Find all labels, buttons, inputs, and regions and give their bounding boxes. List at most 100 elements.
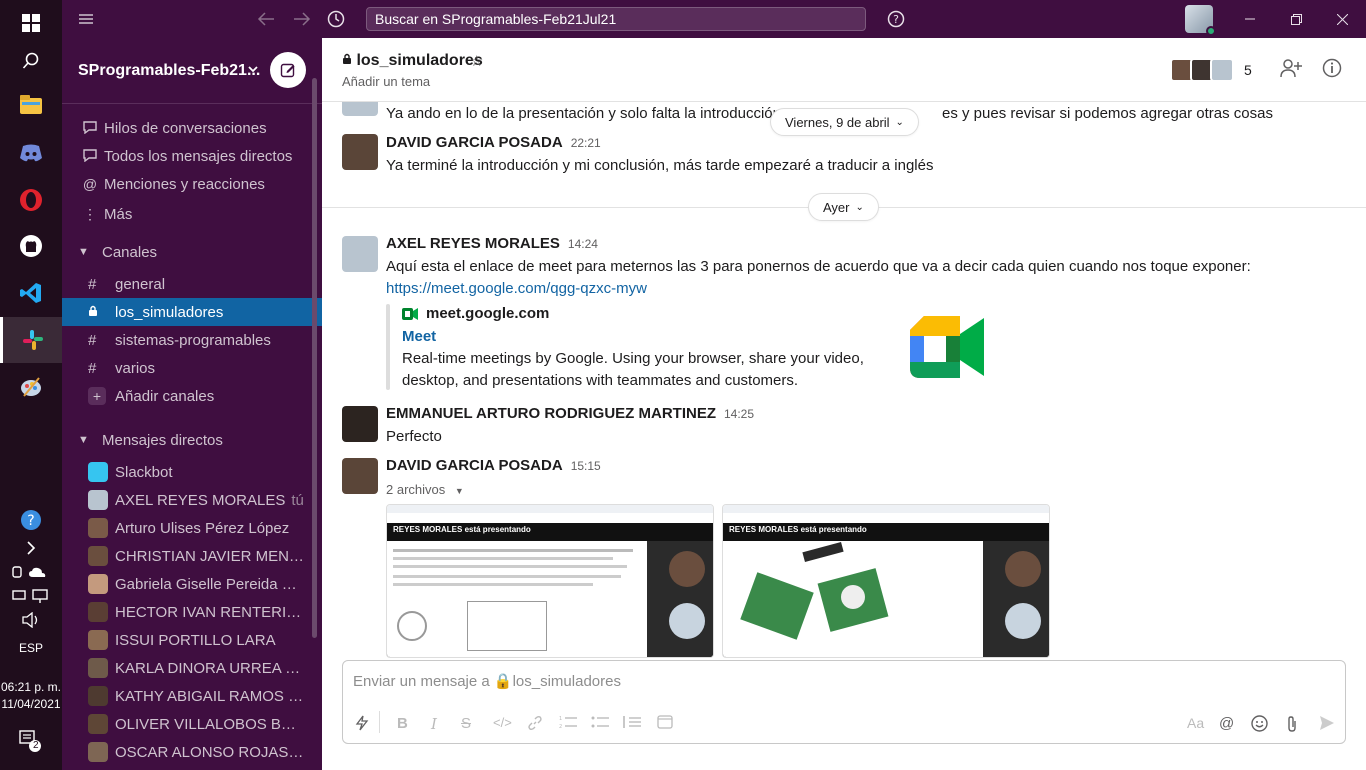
date-divider-pill[interactable]: Viernes, 9 de abril ⌄ <box>770 108 919 136</box>
message-timestamp[interactable]: 14:25 <box>724 407 754 421</box>
message-input[interactable] <box>353 673 1253 690</box>
nav-mentions[interactable]: @ Menciones y reacciones <box>62 170 322 198</box>
github-icon[interactable] <box>0 223 62 269</box>
minimize-window-icon[interactable] <box>1238 0 1262 38</box>
message-author[interactable]: DAVID GARCIA POSADA 22:21 <box>386 134 601 151</box>
dm-item[interactable]: KATHY ABIGAIL RAMOS R... <box>62 682 322 710</box>
slack-icon[interactable] <box>0 317 62 363</box>
chevron-down-icon[interactable] <box>248 62 258 76</box>
nav-all-dms[interactable]: Todos los mensajes directos <box>62 142 322 170</box>
dm-item[interactable]: ISSUI PORTILLO LARA <box>62 626 322 654</box>
italic-icon[interactable]: I <box>431 715 437 733</box>
members-button[interactable]: 5 <box>1170 58 1252 82</box>
channel-varios[interactable]: # varios <box>62 354 322 382</box>
star-icon[interactable]: ☆ <box>470 52 483 70</box>
channels-section-header[interactable]: ▼ Canales <box>62 238 322 266</box>
user-avatar[interactable] <box>1184 0 1216 38</box>
dm-item[interactable]: OSCAR ALONSO ROJAS C... <box>62 738 322 766</box>
date-divider-pill[interactable]: Ayer ⌄ <box>808 193 879 221</box>
dm-item[interactable]: Gabriela Giselle Pereida Ro... <box>62 570 322 598</box>
file-preview-title: REYES MORALES está presentando <box>393 525 531 534</box>
shortcuts-lightning-icon[interactable] <box>355 715 369 735</box>
emoji-icon[interactable] <box>1251 715 1268 736</box>
channel-topic[interactable]: Añadir un tema <box>342 74 430 89</box>
code-icon[interactable]: </> <box>493 715 512 730</box>
search-icon[interactable] <box>0 38 62 84</box>
dm-item[interactable]: AXEL REYES MORALES tú <box>62 486 322 514</box>
message-author[interactable]: EMMANUEL ARTURO RODRIGUEZ MARTINEZ 14:25 <box>386 405 754 422</box>
info-icon[interactable] <box>1322 58 1342 83</box>
avatar[interactable] <box>342 406 378 442</box>
dm-item[interactable]: KARLA DINORA URREA S... <box>62 654 322 682</box>
message-timestamp[interactable]: 14:24 <box>568 237 598 251</box>
discord-icon[interactable] <box>0 130 62 176</box>
unfurl-source[interactable]: meet.google.com <box>402 305 549 322</box>
nav-more[interactable]: ⋮ Más <box>62 200 322 228</box>
back-arrow-icon[interactable] <box>254 0 278 38</box>
message-timestamp[interactable]: 15:15 <box>571 459 601 473</box>
message-text-tail: es y pues revisar si podemos agregar otr… <box>942 105 1273 122</box>
dm-item[interactable]: OLIVER VILLALOBOS BEC... <box>62 710 322 738</box>
avatar[interactable] <box>342 236 378 272</box>
bold-icon[interactable]: B <box>397 715 408 732</box>
workspace-name[interactable]: SProgramables-Feb21... <box>78 62 260 80</box>
clock-time[interactable]: 06:21 p. m. <box>0 680 62 694</box>
dms-section-header[interactable]: ▼ Mensajes directos <box>62 426 322 454</box>
send-icon[interactable] <box>1319 715 1335 735</box>
google-meet-logo[interactable] <box>910 316 984 378</box>
workspace-header[interactable]: SProgramables-Feb21... <box>62 38 322 104</box>
nav-threads[interactable]: Hilos de conversaciones <box>62 114 322 142</box>
message-text: Perfecto <box>386 428 442 445</box>
forward-arrow-icon[interactable] <box>290 0 314 38</box>
code-block-icon[interactable] <box>657 715 673 733</box>
ordered-list-icon[interactable]: 12 <box>559 715 577 733</box>
action-center-icon[interactable]: 2 <box>0 718 62 764</box>
files-toggle[interactable]: 2 archivos ▼ <box>386 482 464 497</box>
search-input[interactable]: Buscar en SProgramables-Feb21Jul21 <box>366 7 866 31</box>
file-explorer-icon[interactable] <box>0 82 62 128</box>
hamburger-menu-icon[interactable] <box>74 0 98 38</box>
language-indicator[interactable]: ESP <box>0 641 62 655</box>
message-author[interactable]: DAVID GARCIA POSADA 15:15 <box>386 457 601 474</box>
clock-date[interactable]: 11/04/2021 <box>0 697 62 711</box>
dm-item[interactable]: HECTOR IVAN RENTERIA ... <box>62 598 322 626</box>
windows-taskbar: ? ESP 06:21 p. m. 11/04/2021 2 <box>0 0 62 770</box>
dm-item[interactable]: Arturo Ulises Pérez López <box>62 514 322 542</box>
volume-icon[interactable] <box>0 597 62 643</box>
help-icon[interactable]: ? <box>884 0 908 38</box>
avatar[interactable] <box>342 458 378 494</box>
channel-los-simuladores[interactable]: los_simuladores <box>62 298 322 326</box>
dm-item[interactable]: CHRISTIAN JAVIER MEND... <box>62 542 322 570</box>
link-icon[interactable] <box>527 715 543 735</box>
message-timestamp[interactable]: 22:21 <box>571 136 601 150</box>
history-clock-icon[interactable] <box>324 0 348 38</box>
avatar <box>88 686 108 706</box>
unfurl-title[interactable]: Meet <box>402 328 436 345</box>
paint-icon[interactable] <box>0 364 62 410</box>
add-people-icon[interactable] <box>1280 58 1302 83</box>
formatting-toggle-icon[interactable]: Aa <box>1187 715 1204 731</box>
opera-icon[interactable] <box>0 177 62 223</box>
restore-window-icon[interactable] <box>1284 0 1308 38</box>
strikethrough-icon[interactable]: S <box>461 715 471 732</box>
sidebar-scrollbar[interactable] <box>312 78 317 638</box>
message-author[interactable]: AXEL REYES MORALES 14:24 <box>386 235 598 252</box>
compose-button[interactable] <box>270 52 306 88</box>
add-channels-button[interactable]: + Añadir canales <box>62 382 322 410</box>
avatar[interactable] <box>342 134 378 170</box>
avatar[interactable] <box>342 102 378 116</box>
attachment-icon[interactable] <box>1285 715 1299 737</box>
channel-header: los_simuladores ☆ Añadir un tema 5 <box>322 38 1366 102</box>
channel-title[interactable]: los_simuladores <box>342 52 483 70</box>
vscode-icon[interactable] <box>0 270 62 316</box>
bulleted-list-icon[interactable] <box>591 715 609 733</box>
channel-sistemas-programables[interactable]: # sistemas-programables <box>62 326 322 354</box>
message-link[interactable]: https://meet.google.com/qgg-qzxc-myw <box>386 280 647 297</box>
mention-icon[interactable]: @ <box>1219 715 1234 732</box>
close-window-icon[interactable] <box>1330 0 1354 38</box>
channel-general[interactable]: # general <box>62 270 322 298</box>
file-attachment-2[interactable]: REYES MORALES está presentando <box>722 504 1050 658</box>
blockquote-icon[interactable] <box>623 715 641 733</box>
file-attachment-1[interactable]: REYES MORALES está presentando <box>386 504 714 658</box>
dm-item[interactable]: Slackbot <box>62 458 322 486</box>
